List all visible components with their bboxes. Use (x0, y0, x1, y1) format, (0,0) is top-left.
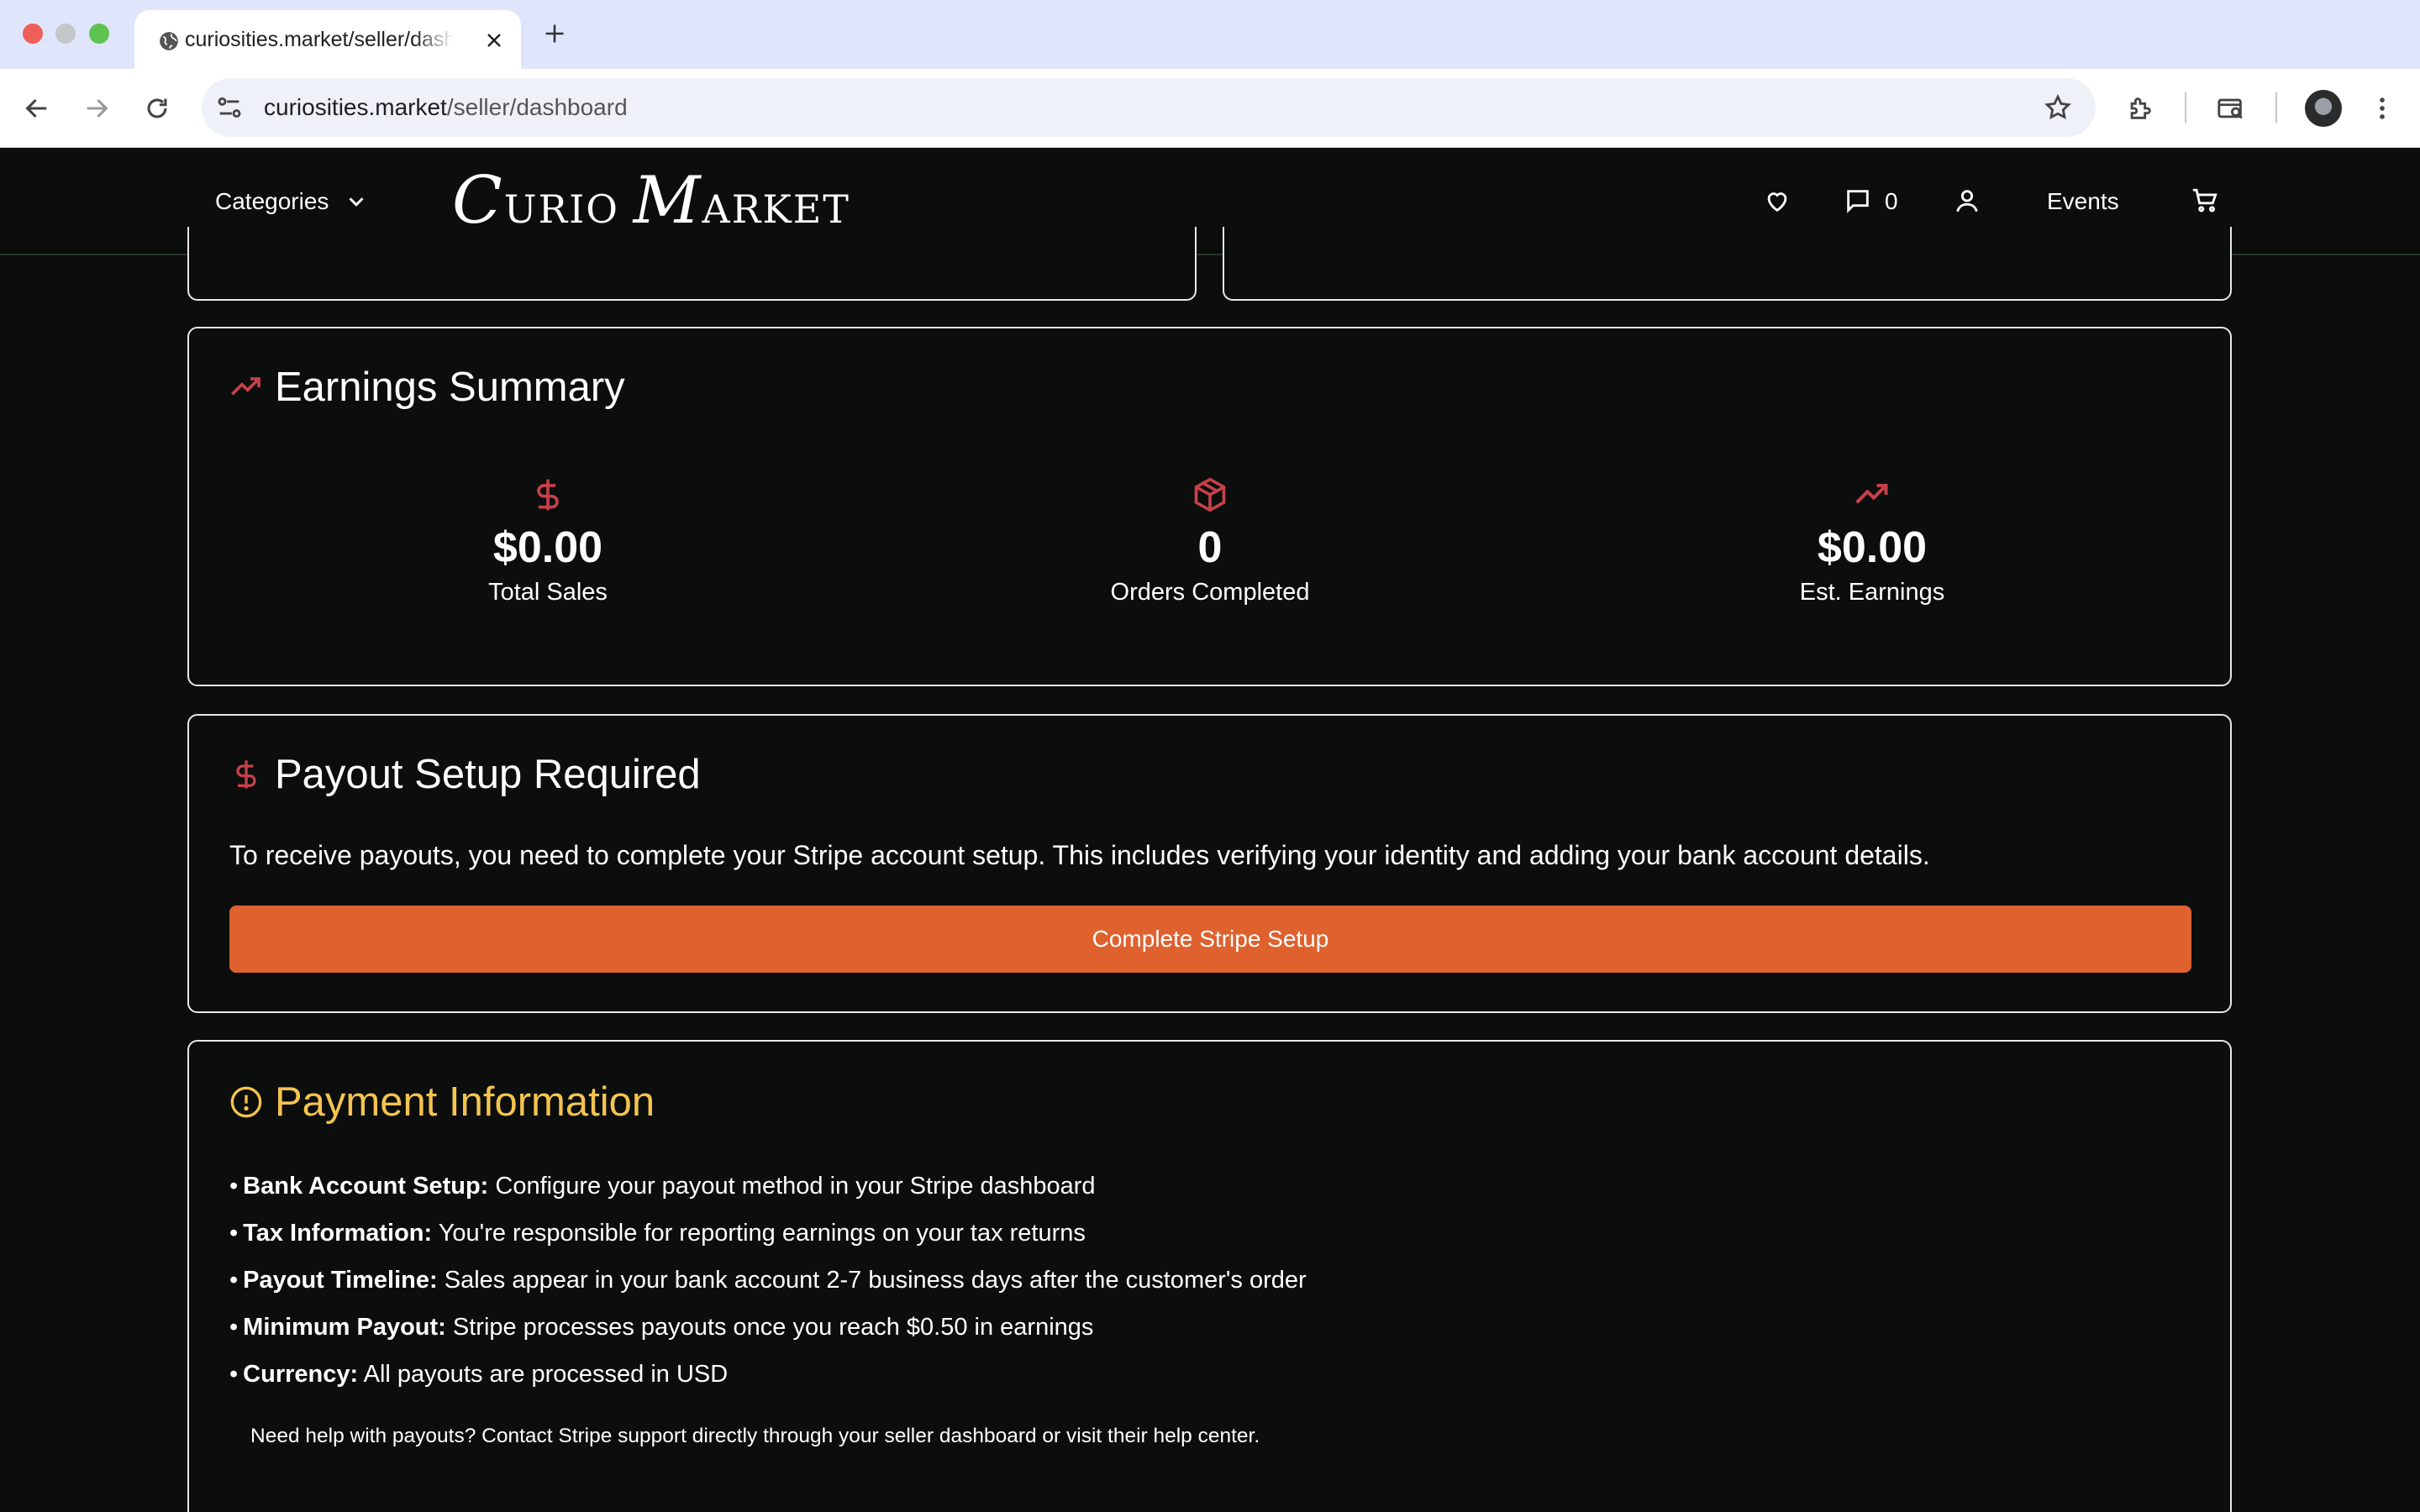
bookmark-star-icon[interactable] (2044, 93, 2072, 122)
close-icon[interactable] (484, 30, 504, 50)
user-icon[interactable] (1953, 186, 1981, 215)
browser-tab[interactable]: curiosities.market/seller/dashboard (134, 10, 521, 69)
payout-setup-title: Payout Setup Required (275, 752, 701, 797)
forward-arrow-icon[interactable] (82, 94, 111, 123)
payout-setup-heading: Payout Setup Required (229, 751, 701, 798)
stat-orders-completed: 0 Orders Completed (1000, 476, 1420, 607)
tab-title: curiosities.market/seller/dashboard (185, 28, 454, 51)
url-text[interactable]: curiosities.market/seller/dashboard (264, 78, 628, 137)
payout-help-text: Need help with payouts? Contact Stripe s… (250, 1425, 1260, 1447)
message-icon[interactable] (1844, 186, 1872, 215)
list-item: • Payout Timeline: Sales appear in your b… (229, 1267, 1307, 1294)
cart-icon[interactable] (2191, 186, 2219, 215)
list-item: • Minimum Payout: Stripe processes payout… (229, 1314, 1094, 1341)
payment-information-card: Payment Information • Bank Account Setup:… (187, 1040, 2232, 1512)
dollar-icon (537, 479, 559, 511)
package-icon (1194, 477, 1226, 512)
list-item: • Tax Information: You're responsible for… (229, 1220, 1086, 1247)
window-zoom-button[interactable] (89, 24, 109, 44)
stat-value: 0 (1197, 523, 1223, 572)
alert-circle-icon (230, 1086, 262, 1118)
heart-icon[interactable] (1763, 186, 1791, 215)
earnings-summary-card: Earnings Summary $0.00 Total Sales 0 Ord… (187, 327, 2232, 686)
dollar-icon (236, 760, 256, 789)
window-close-button[interactable] (23, 24, 43, 44)
reload-icon[interactable] (143, 94, 171, 123)
browser-tab-strip: curiosities.market/seller/dashboard (0, 0, 2420, 69)
url-domain: curiosities.market (264, 94, 447, 120)
window-minimize-button[interactable] (55, 24, 76, 44)
earnings-summary-heading: Earnings Summary (229, 364, 625, 411)
toolbar-separator (2185, 92, 2186, 123)
item-text: You're responsible for reporting earning… (432, 1220, 1086, 1247)
item-text: Configure your payout method in your Str… (488, 1173, 1096, 1200)
stat-label: Total Sales (488, 579, 608, 606)
item-text: Stripe processes payouts once you reach … (445, 1314, 1094, 1341)
payout-setup-card: Payout Setup Required To receive payouts… (187, 714, 2232, 1013)
item-text: Sales appear in your bank account 2-7 bu… (437, 1267, 1307, 1294)
payment-information-title: Payment Information (275, 1079, 655, 1125)
stat-value: $0.00 (492, 523, 603, 572)
item-text: All payouts are processed in USD (358, 1361, 729, 1388)
partial-card-right (1223, 227, 2232, 301)
complete-stripe-setup-button[interactable]: Complete Stripe Setup (229, 906, 2191, 973)
payment-information-heading: Payment Information (229, 1079, 655, 1126)
list-item: • Currency: All payouts are processed in … (229, 1361, 729, 1388)
back-arrow-icon[interactable] (23, 94, 51, 123)
more-menu-icon[interactable] (2368, 94, 2396, 123)
browser-toolbar: curiosities.market/seller/dashboard (0, 69, 2420, 148)
tab-search-icon[interactable] (2217, 94, 2245, 123)
item-label: Currency: (243, 1361, 359, 1388)
extensions-puzzle-icon[interactable] (2126, 94, 2154, 123)
trending-up-icon (231, 377, 260, 396)
item-label: Bank Account Setup: (243, 1173, 489, 1200)
trending-up-icon (1855, 483, 1888, 504)
site-info-icon[interactable] (215, 93, 244, 122)
payment-info-list: • Bank Account Setup: Configure your payo… (229, 1163, 1307, 1398)
stat-label: Orders Completed (1110, 579, 1310, 606)
item-label: Minimum Payout: (243, 1314, 446, 1341)
chevron-down-icon (349, 197, 364, 207)
list-item: • Bank Account Setup: Configure your payo… (229, 1173, 1096, 1200)
item-label: Payout Timeline: (243, 1267, 438, 1294)
payout-setup-description: To receive payouts, you need to complete… (229, 840, 1930, 870)
logo-word-arket: ARKET (702, 186, 850, 232)
earnings-summary-title: Earnings Summary (275, 365, 625, 410)
item-label: Tax Information: (243, 1220, 433, 1247)
logo-word-urio: URIO (503, 186, 634, 232)
stat-est-earnings: $0.00 Est. Earnings (1662, 476, 2082, 607)
partial-card-left (187, 227, 1197, 301)
globe-icon (160, 32, 178, 50)
address-bar[interactable]: curiosities.market/seller/dashboard (202, 78, 2096, 137)
stat-label: Est. Earnings (1799, 579, 1945, 606)
stat-value: $0.00 (1817, 523, 1928, 572)
profile-avatar[interactable] (2305, 90, 2342, 127)
stat-total-sales: $0.00 Total Sales (338, 476, 758, 607)
url-path: /seller/dashboard (446, 94, 628, 120)
new-tab-plus-icon[interactable] (543, 22, 566, 45)
toolbar-separator (2275, 92, 2277, 123)
